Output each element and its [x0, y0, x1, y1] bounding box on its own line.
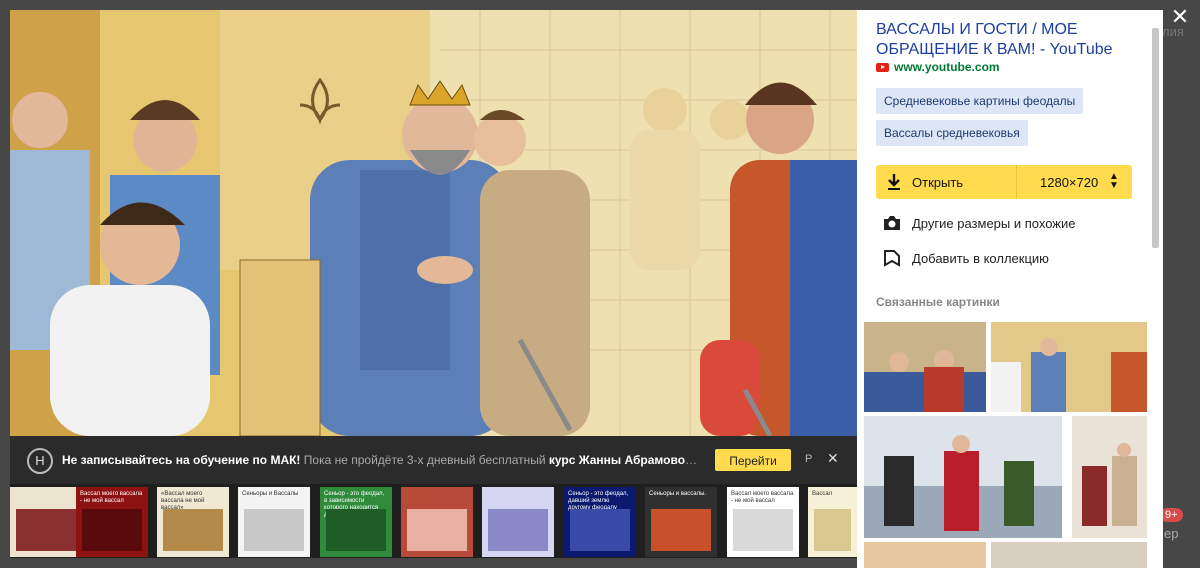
thumbnail-image	[163, 509, 223, 551]
related-image[interactable]	[864, 542, 986, 568]
thumbnail-image	[651, 509, 711, 551]
thumbnail-image	[82, 509, 142, 551]
updown-arrow-icon[interactable]: ▲ ▼	[1109, 172, 1119, 191]
thumbnail-image	[244, 509, 304, 551]
thumbnail[interactable]: Вассал моего вассала - не мой вассал	[76, 487, 148, 557]
thumbnail-caption: Вассал моего вассала - не мой вассал	[80, 491, 143, 504]
bookmark-icon	[884, 250, 900, 267]
thumbnail[interactable]: «Вассал моего вассала не мой вассал»	[157, 487, 229, 557]
underlying-label: ер	[1164, 526, 1179, 541]
thumbnail-caption: Сеньоры и вассалы.	[649, 491, 707, 497]
source-link[interactable]: www.youtube.com	[876, 60, 1000, 74]
ad-marker[interactable]: Р	[805, 453, 812, 465]
thumbnail-image	[407, 509, 467, 551]
add-collection-link[interactable]: Добавить в коллекцию	[882, 249, 1049, 267]
thumbnail-caption: Вассал	[812, 491, 833, 497]
image-title-link[interactable]: ВАССАЛЫ И ГОСТИ / МОЕ ОБРАЩЕНИЕ К ВАМ! -…	[876, 20, 1136, 60]
thumbnail[interactable]: Вассал моего вассала - не мой вассал	[727, 487, 799, 557]
open-label: Открыть	[912, 175, 964, 190]
thumbnail[interactable]	[401, 487, 473, 557]
ad-cta-button[interactable]: Перейти	[715, 449, 791, 471]
ad-text-part1: Пока не пройдёте 3-х дневный бесплатный	[300, 453, 549, 467]
underlying-badge: 9+	[1160, 508, 1183, 522]
ad-close-icon[interactable]: ✕	[827, 450, 839, 467]
youtube-icon	[876, 62, 889, 72]
thumbnail-image	[326, 509, 386, 551]
related-heading: Связанные картинки	[876, 295, 1000, 309]
thumbnail[interactable]: Сеньоры и вассалы.	[645, 487, 717, 557]
thumbnail-caption: Вассал моего вассала - не мой вассал	[731, 491, 794, 504]
related-image[interactable]	[864, 322, 986, 412]
camera-icon	[884, 216, 900, 230]
size-selector[interactable]: 1280×720	[1040, 175, 1098, 190]
thumbnail-image	[16, 509, 76, 551]
related-image[interactable]	[1072, 416, 1147, 538]
related-image[interactable]	[991, 542, 1147, 568]
ad-text[interactable]: Не записывайтесь на обучение по МАК! Пок…	[62, 453, 702, 467]
thumbnail-image	[488, 509, 548, 551]
button-divider	[1016, 165, 1017, 199]
ad-banner[interactable]: Н Не записывайтесь на обучение по МАК! П…	[10, 436, 857, 484]
other-sizes-link[interactable]: Другие размеры и похожие	[882, 214, 1075, 232]
panel-scrollbar[interactable]	[1152, 28, 1159, 248]
image-info-panel: ВАССАЛЫ И ГОСТИ / МОЕ ОБРАЩЕНИЕ К ВАМ! -…	[857, 10, 1163, 568]
thumbnail-image	[570, 509, 630, 551]
ad-text-bold: курс Жанны Абрамовой	[548, 453, 693, 467]
other-sizes-label: Другие размеры и похожие	[912, 215, 1076, 231]
thumbnail[interactable]	[10, 487, 82, 557]
thumbnail[interactable]	[482, 487, 554, 557]
thumbnail-caption: Сеньоры и Вассалы	[242, 491, 299, 497]
ad-headline: Не записывайтесь на обучение по МАК!	[62, 453, 301, 467]
open-image-button[interactable]: Открыть 1280×720 ▲ ▼	[876, 165, 1132, 199]
add-collection-label: Добавить в коллекцию	[912, 250, 1049, 266]
download-icon	[888, 174, 900, 190]
main-image[interactable]	[10, 10, 857, 436]
thumbnail[interactable]: Вассал	[808, 487, 857, 557]
thumbnail[interactable]: Сеньоры и Вассалы	[238, 487, 310, 557]
thumbnail[interactable]: Сеньор - это феодал, в зависимости котор…	[320, 487, 392, 557]
advertiser-logo: Н	[27, 448, 53, 474]
related-image[interactable]	[991, 322, 1147, 412]
source-domain: www.youtube.com	[894, 60, 1000, 74]
thumbnail-image	[814, 509, 851, 551]
close-icon[interactable]: ✕	[1168, 6, 1192, 30]
tag-chip[interactable]: Средневековье картины феодалы	[876, 88, 1084, 114]
thumbnail[interactable]: Сеньор - это феодал, давший землю другом…	[564, 487, 636, 557]
thumbnail-image	[733, 509, 793, 551]
thumbnail-strip: Вассал моего вассала - не мой вассал «Ва…	[10, 484, 857, 558]
related-image[interactable]	[864, 416, 1062, 538]
tag-chip[interactable]: Вассалы средневековья	[876, 120, 1028, 146]
